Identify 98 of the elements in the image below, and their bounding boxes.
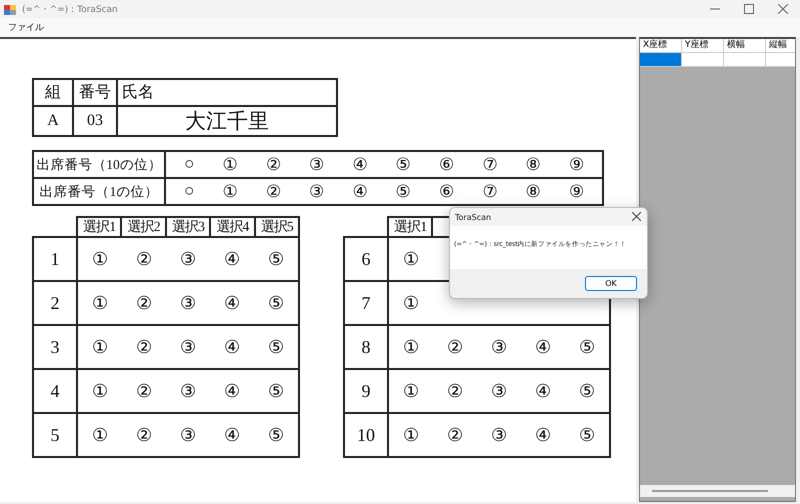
choice-label: ⑧: [526, 154, 541, 175]
choice-label: ②: [136, 424, 152, 446]
column-header: 選択3: [166, 217, 210, 237]
scrollbar-thumb[interactable]: [652, 490, 768, 492]
choice-label: ①: [403, 292, 419, 314]
choice-label: ⑧: [526, 181, 541, 202]
choice-label: ②: [136, 292, 152, 314]
choice-label: ⑤: [268, 380, 284, 402]
grid-cell[interactable]: [724, 53, 766, 67]
choice-label: ①: [222, 154, 238, 175]
close-icon[interactable]: [778, 4, 788, 14]
choice-label: ①: [92, 336, 108, 358]
choice-label: ①: [92, 292, 108, 314]
column-header: 選択2: [121, 217, 166, 237]
column-header: 選択5: [254, 217, 299, 237]
table-cell: 大江千里: [117, 106, 337, 136]
choice-label: ○: [184, 154, 194, 175]
choice-label: ③: [309, 154, 324, 175]
choice-label: ⑤: [268, 248, 284, 270]
choice-label: ④: [224, 248, 240, 270]
dialog-title: ToraScan: [455, 212, 492, 222]
choice-label: ③: [491, 336, 507, 358]
row-label: 出席番号（1の位）: [33, 178, 165, 205]
choice-label: ①: [403, 380, 419, 402]
table-cell: 03: [73, 106, 117, 136]
choice-label: ⑥: [439, 181, 454, 202]
column-header: 選択1: [388, 217, 432, 237]
close-icon[interactable]: [632, 212, 641, 220]
choice-label: ○: [184, 181, 194, 202]
choice-label: ③: [180, 248, 196, 270]
choice-label: ④: [352, 154, 368, 175]
question-number: 2: [33, 281, 77, 325]
choice-label: ②: [447, 380, 463, 402]
choice-label: ⑤: [268, 292, 284, 314]
choice-label: ②: [266, 181, 281, 202]
choice-label: ③: [180, 380, 196, 402]
choice-label: ③: [309, 181, 324, 202]
choice-label: ①: [403, 424, 419, 446]
choice-label: ④: [535, 380, 551, 402]
question-number: 4: [33, 369, 77, 413]
choice-label: ③: [180, 336, 196, 358]
choice-label: ②: [136, 380, 152, 402]
choice-label: ⑨: [568, 154, 584, 175]
choice-label: ③: [491, 424, 507, 446]
table-header-cell: 氏名: [117, 79, 337, 106]
choice-label: ③: [491, 380, 507, 402]
choice-label: ⑦: [482, 154, 498, 175]
ok-button[interactable]: OK: [585, 276, 637, 291]
choice-label: ⑥: [439, 154, 454, 175]
choice-label: ⑤: [579, 380, 595, 402]
choice-label: ②: [136, 336, 152, 358]
question-number: 3: [33, 325, 77, 369]
choice-label: ①: [92, 248, 108, 270]
choice-label: ①: [222, 181, 238, 202]
maximize-icon[interactable]: [744, 4, 754, 14]
choice-label: ①: [92, 380, 108, 402]
choice-label: ②: [447, 336, 463, 358]
choice-label: ①: [92, 424, 108, 446]
choice-label: ④: [535, 336, 551, 358]
choice-label: ⑨: [568, 181, 584, 202]
question-number: 1: [33, 237, 77, 281]
choice-label: ⑤: [579, 424, 595, 446]
choice-label: ⑤: [396, 154, 411, 175]
table-header-cell: 番号: [73, 79, 117, 106]
window-title: (=^・^=)：ToraScan: [22, 4, 118, 16]
choice-label: ②: [136, 248, 152, 270]
grid-cell[interactable]: [682, 53, 724, 67]
column-header: 選択1: [77, 217, 122, 237]
question-number: 10: [344, 413, 388, 457]
choice-label: ③: [180, 292, 196, 314]
choice-label: ⑤: [396, 181, 411, 202]
question-number: 7: [344, 281, 388, 325]
question-number: 9: [344, 369, 388, 413]
choice-label: ⑦: [482, 181, 498, 202]
choice-label: ⑤: [579, 336, 595, 358]
choice-label: ④: [224, 336, 240, 358]
question-number: 6: [344, 237, 388, 281]
row-label: 出席番号（10の位）: [33, 151, 165, 178]
choice-label: ④: [224, 424, 240, 446]
table-cell: A: [33, 106, 73, 136]
grid-cell[interactable]: [640, 53, 682, 67]
question-number: 5: [33, 413, 77, 457]
choice-label: ②: [266, 154, 281, 175]
choice-label: ④: [535, 424, 551, 446]
choice-label: ①: [403, 248, 419, 270]
menu-item[interactable]: ファイル: [0, 21, 52, 34]
column-header: 選択4: [210, 217, 255, 237]
choice-label: ④: [224, 380, 240, 402]
choice-label: ①: [403, 336, 419, 358]
app-icon: [4, 4, 16, 14]
choice-label: ④: [352, 181, 368, 202]
choice-label: ③: [180, 424, 196, 446]
choice-label: ⑤: [268, 336, 284, 358]
question-number: 8: [344, 325, 388, 369]
choice-label: ⑤: [268, 424, 284, 446]
choice-label: ②: [447, 424, 463, 446]
table-header-cell: 組: [33, 79, 73, 106]
choice-label: ④: [224, 292, 240, 314]
